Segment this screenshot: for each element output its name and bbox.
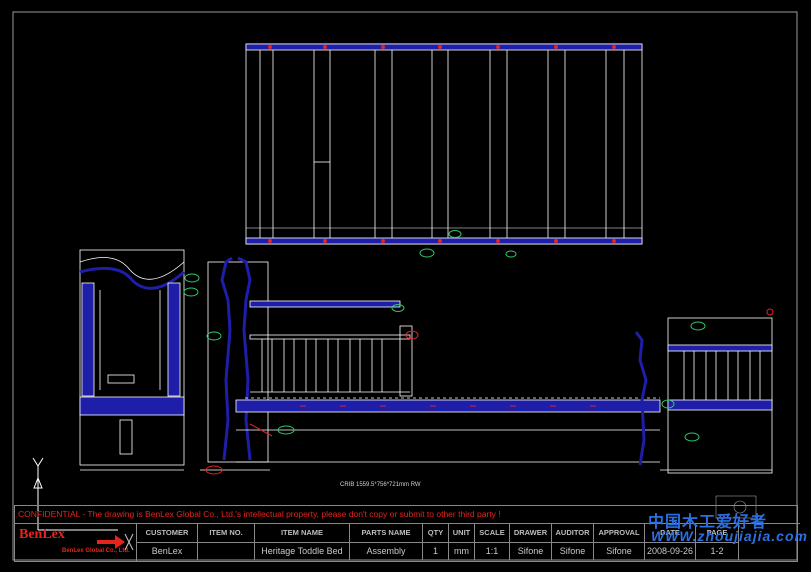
- dimension-note: CRIB 1559.5*756*721mm RW: [340, 482, 421, 488]
- red-callouts: [205, 308, 774, 475]
- logo-arrow-icon: [97, 533, 134, 551]
- company-logo: BenLex BenLex Global Co., Ltd.: [15, 524, 137, 561]
- side-elevation: [235, 300, 661, 463]
- header-cell: PARTS NAME: [350, 524, 423, 543]
- logo-brand: BenLex: [19, 527, 65, 542]
- value-cell: Assembly: [350, 542, 423, 560]
- header-cell: APPROVAL: [594, 524, 645, 543]
- headboard-view: [79, 249, 185, 471]
- value-cell: 2008-09-26: [645, 542, 696, 560]
- top-view-markers: [268, 45, 616, 243]
- value-cell: Sifone: [552, 542, 594, 560]
- header-cell: SCALE: [475, 524, 510, 543]
- watermark-url: WWW.zhoujiajia.com: [651, 528, 808, 544]
- footboard-view: [634, 317, 773, 474]
- header-cell: ITEM NO.: [198, 524, 255, 543]
- value-cell: 1:1: [475, 542, 510, 560]
- value-cell: mm: [449, 542, 475, 560]
- header-cell: ITEM NAME: [255, 524, 350, 543]
- header-cell: AUDITOR: [552, 524, 594, 543]
- header-cell: DRAWER: [510, 524, 552, 543]
- value-cell: Heritage Toddle Bed: [255, 542, 350, 560]
- header-cell: CUSTOMER: [137, 524, 198, 543]
- header-cell: UNIT: [449, 524, 475, 543]
- value-cell: Sifone: [510, 542, 552, 560]
- end-post-view: [200, 256, 270, 471]
- top-view: [245, 43, 643, 245]
- value-cell: Sifone: [594, 542, 645, 560]
- value-cell: 1-2: [696, 542, 739, 560]
- drawing-border: [12, 11, 798, 561]
- value-cell: BenLex: [137, 542, 198, 560]
- header-cell: QTY: [423, 524, 449, 543]
- value-cell: 1: [423, 542, 449, 560]
- value-cell: [198, 542, 255, 560]
